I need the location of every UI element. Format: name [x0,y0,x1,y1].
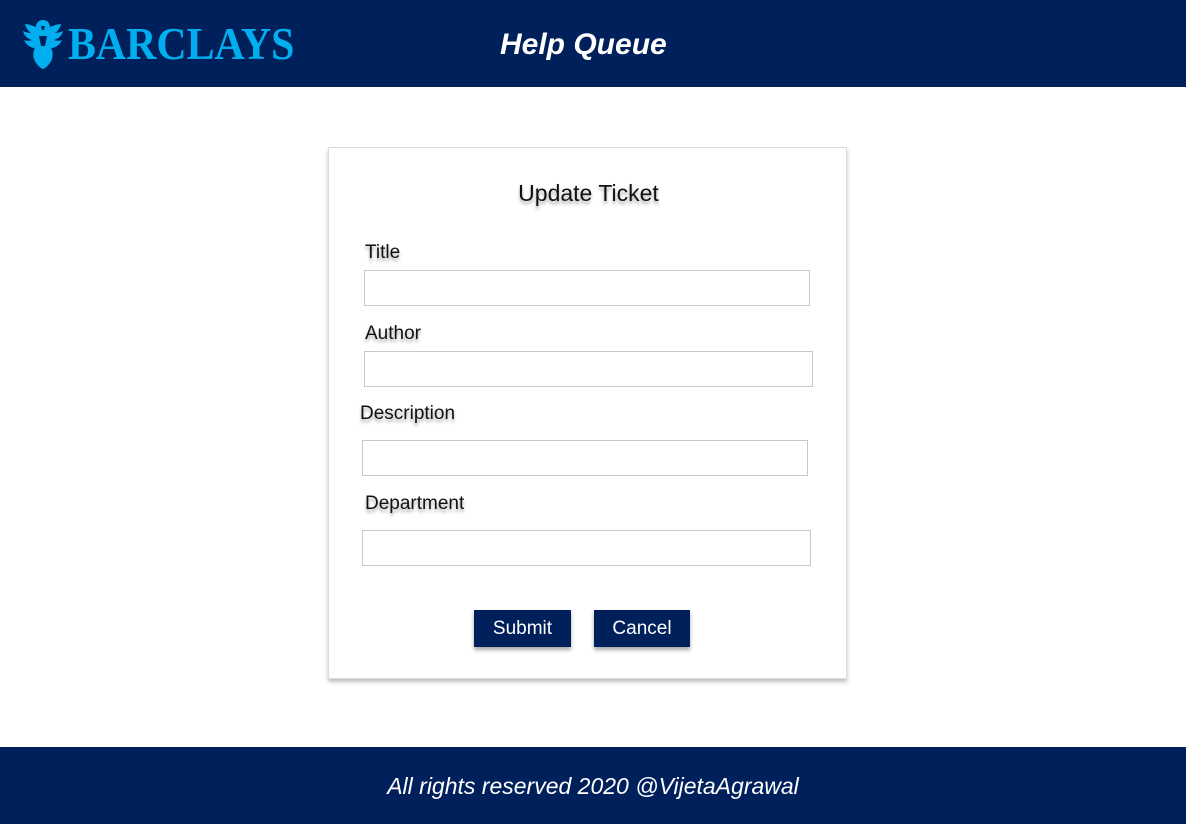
title-label: Title [365,242,401,263]
barclays-logo[interactable]: BARCLAYS [22,18,311,70]
description-input[interactable] [362,440,808,476]
update-ticket-form: Update Ticket Title Author Description D… [328,147,847,679]
logo-wordmark: BARCLAYS [68,19,295,69]
copyright-text: All rights reserved 2020 @VijetaAgrawal [387,773,799,799]
description-label: Description [360,403,456,424]
submit-button[interactable]: Submit [474,610,571,647]
form-title: Update Ticket [518,180,659,206]
eagle-logo-icon [23,20,63,69]
app-footer: All rights reserved 2020 @VijetaAgrawal [0,747,1186,824]
department-input[interactable] [362,530,811,566]
department-label: Department [365,493,465,514]
app-header: BARCLAYS Help Queue [0,0,1186,87]
cancel-button[interactable]: Cancel [594,610,690,647]
author-label: Author [365,323,421,344]
page-title: Help Queue [500,28,667,61]
author-input[interactable] [364,351,813,387]
title-input[interactable] [364,270,810,306]
